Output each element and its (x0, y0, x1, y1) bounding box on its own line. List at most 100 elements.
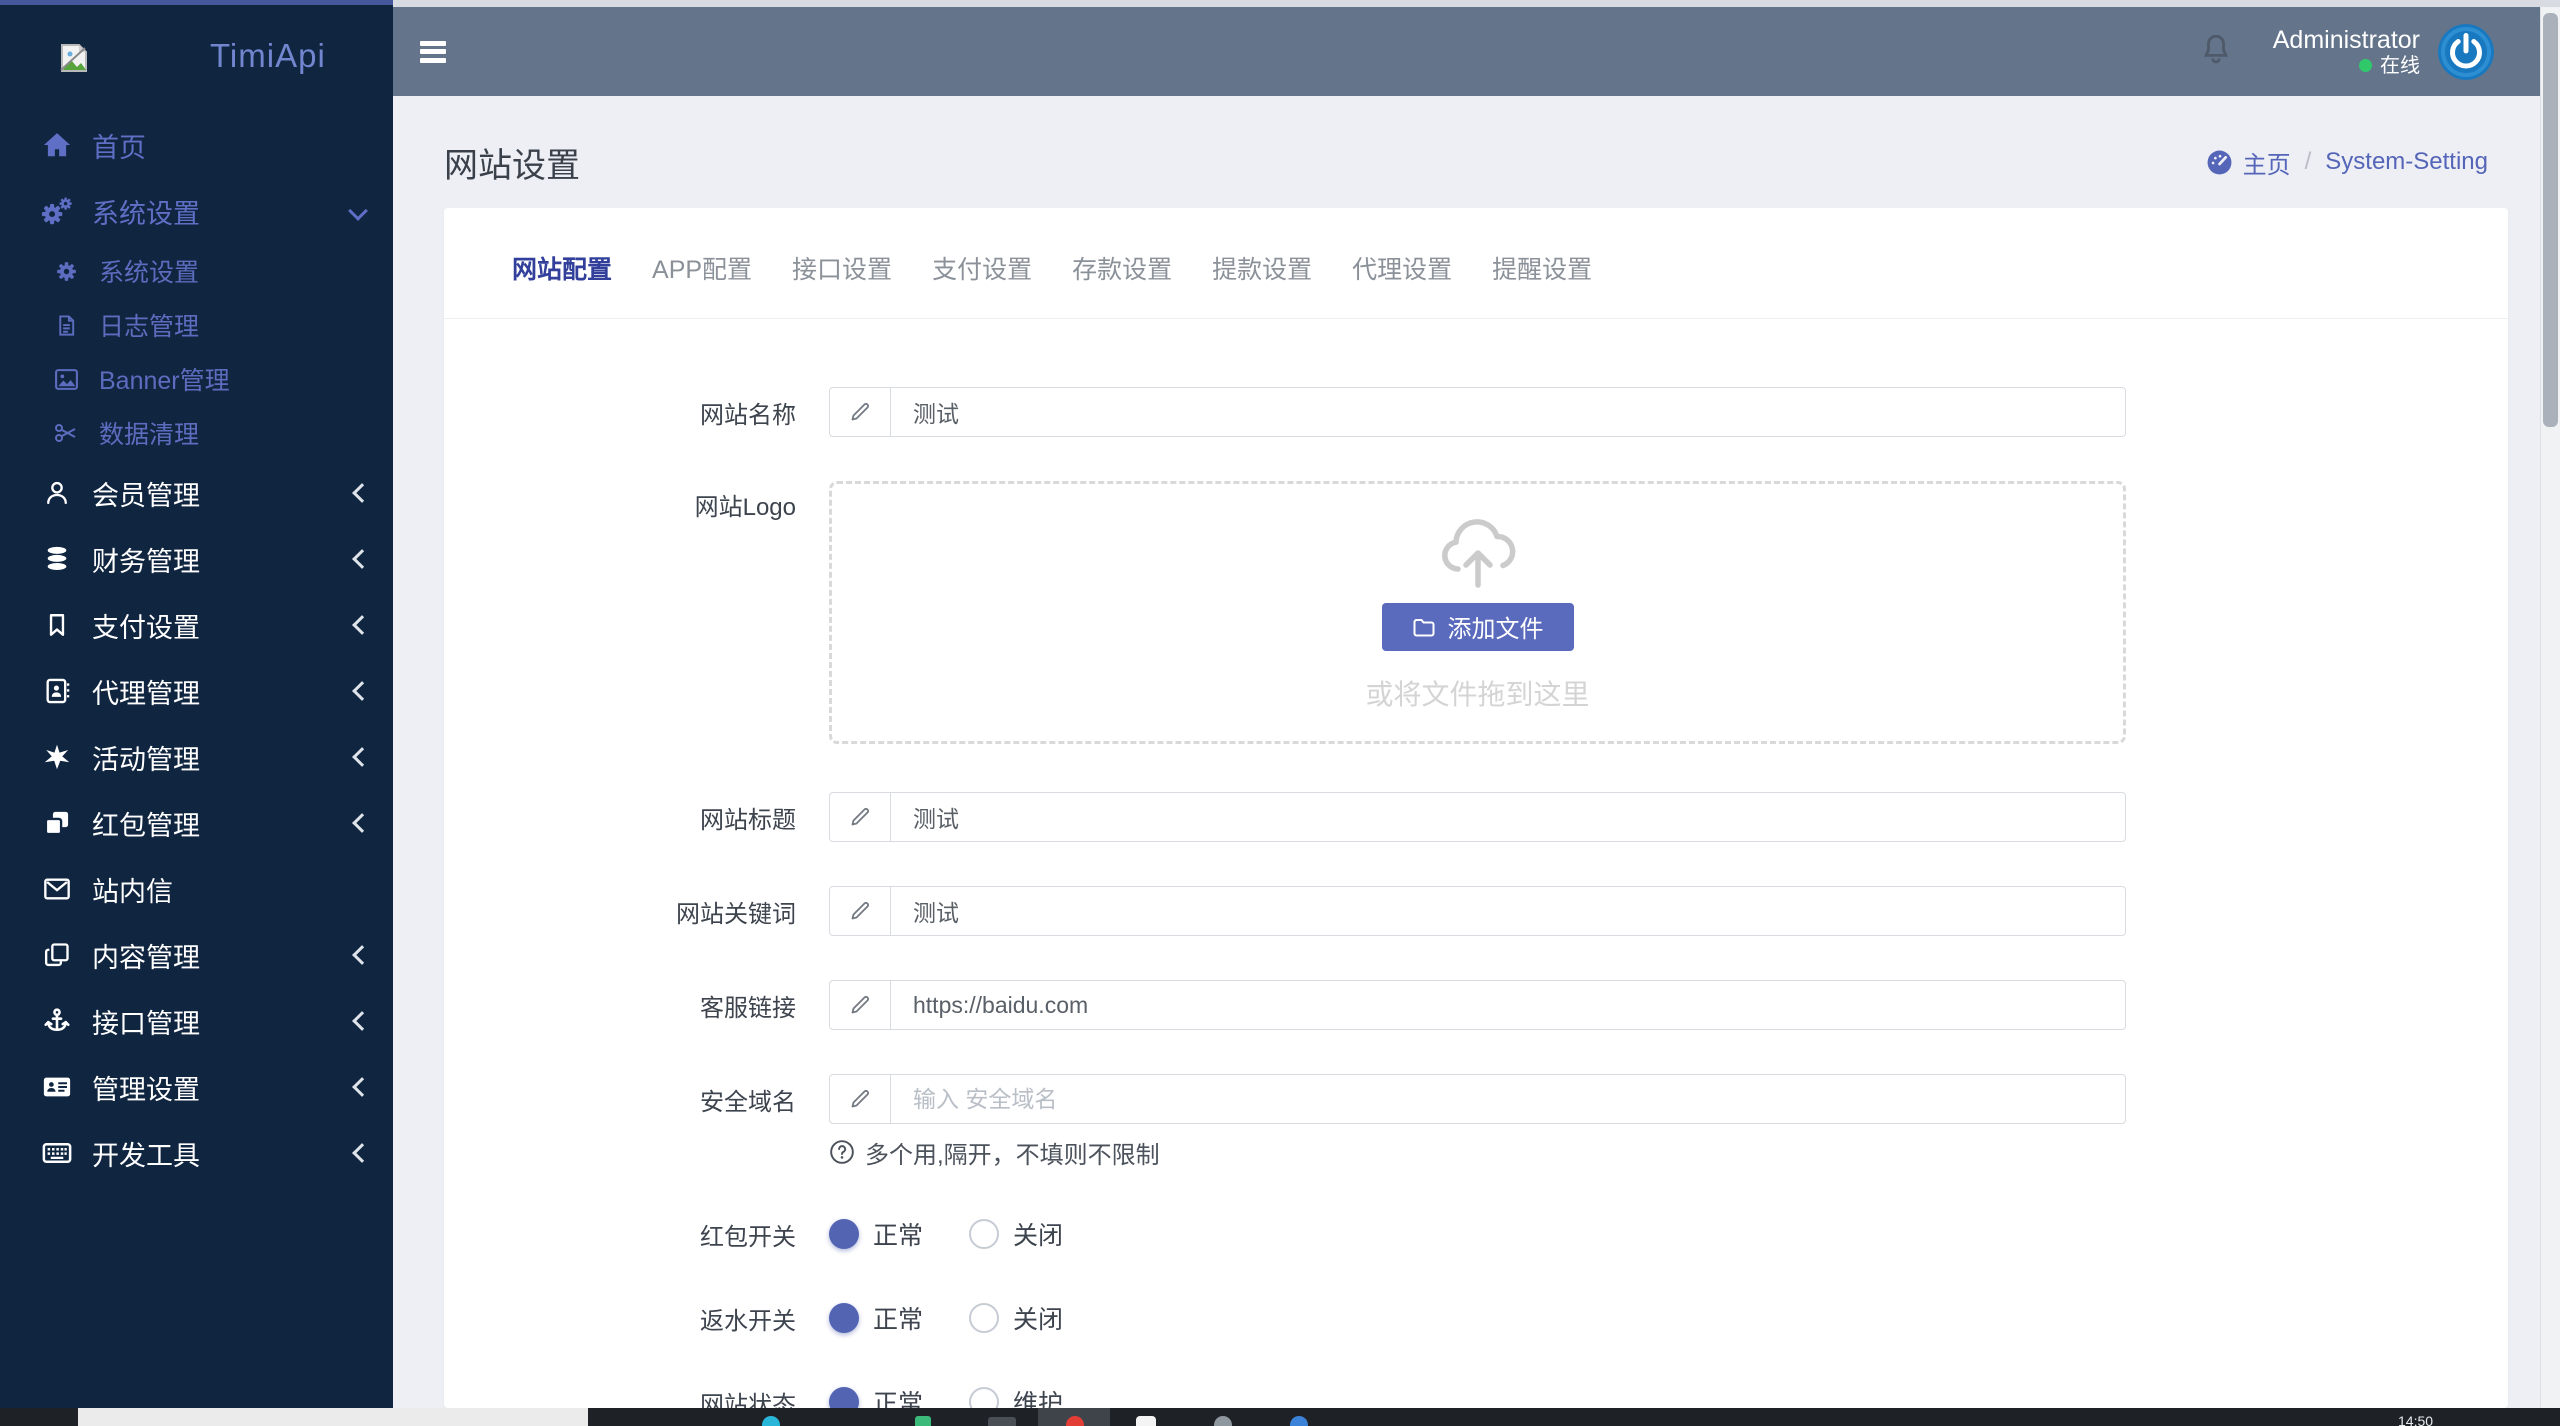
copy-icon (40, 940, 74, 970)
breadcrumb: 主页 / System-Setting (2206, 145, 2488, 180)
settings-tabs: 网站配置 APP配置 接口设置 支付设置 存款设置 提款设置 代理设置 提醒设置 (444, 208, 2508, 319)
tab-agent-settings[interactable]: 代理设置 (1332, 250, 1472, 286)
sidebar-item-red-packet-management[interactable]: 红包管理 (0, 790, 393, 856)
menu-toggle-button[interactable] (420, 41, 446, 63)
clone-icon (40, 808, 74, 838)
radio-selected[interactable] (829, 1303, 859, 1333)
user-icon (40, 478, 74, 508)
service-link-input[interactable] (891, 981, 2125, 1029)
chevron-left-icon (352, 549, 372, 569)
chevron-left-icon (352, 681, 372, 701)
tab-reminder-settings[interactable]: 提醒设置 (1472, 250, 1612, 286)
rebate-switch-label: 返水开关 (444, 1301, 796, 1336)
sidebar-item-home[interactable]: 首页 (0, 112, 393, 178)
address-book-icon (40, 676, 74, 706)
sidebar-item-member-management[interactable]: 会员管理 (0, 460, 393, 526)
sidebar-item-data-cleanup[interactable]: 数据清理 (0, 406, 393, 460)
radio-option-label[interactable]: 维护 (1013, 1384, 1063, 1408)
taskbar-window-preview[interactable] (78, 1408, 588, 1426)
taskbar-app-icon[interactable] (1136, 1416, 1156, 1426)
brand-header[interactable]: TimiApi (0, 5, 393, 105)
sidebar-item-log-management[interactable]: 日志管理 (0, 298, 393, 352)
user-menu[interactable]: Administrator 在线 (2273, 26, 2420, 78)
taskbar-app-icon[interactable] (915, 1416, 931, 1426)
site-title-input-group (829, 792, 2126, 842)
radio-selected[interactable] (829, 1219, 859, 1249)
tab-withdrawal-settings[interactable]: 提款设置 (1192, 250, 1332, 286)
bookmark-icon (40, 610, 74, 640)
tab-deposit-settings[interactable]: 存款设置 (1052, 250, 1192, 286)
taskbar-clock[interactable]: 14:50 (2398, 1413, 2433, 1426)
sidebar-item-label: 财务管理 (92, 540, 200, 579)
chevron-left-icon (352, 1011, 372, 1031)
sidebar-item-label: 数据清理 (99, 415, 199, 451)
radio-option-label[interactable]: 正常 (873, 1300, 923, 1336)
sidebar-item-label: Banner管理 (99, 361, 230, 397)
radio-option-label[interactable]: 正常 (873, 1384, 923, 1408)
scrollbar-thumb[interactable] (2543, 13, 2558, 427)
radio-unselected[interactable] (969, 1387, 999, 1408)
site-keywords-input-group (829, 886, 2126, 936)
sidebar-submenu-system: 系统设置 日志管理 (0, 244, 393, 460)
taskbar-app-icon[interactable] (988, 1417, 1016, 1426)
chevron-left-icon (352, 1143, 372, 1163)
sidebar-item-content-management[interactable]: 内容管理 (0, 922, 393, 988)
add-file-button[interactable]: 添加文件 (1382, 603, 1574, 651)
site-name-input[interactable] (891, 388, 2125, 436)
sidebar-item-site-mail[interactable]: 站内信 (0, 856, 393, 922)
service-link-label: 客服链接 (444, 988, 796, 1023)
file-icon (53, 313, 79, 338)
taskbar-app-icon[interactable] (1290, 1416, 1308, 1426)
sidebar-item-label: 支付设置 (92, 606, 200, 645)
cloud-upload-icon (1432, 513, 1524, 589)
site-logo-label: 网站Logo (444, 487, 796, 522)
sidebar-item-label: 管理设置 (92, 1068, 200, 1107)
sidebar-item-api-management[interactable]: 接口管理 (0, 988, 393, 1054)
sidebar-item-system-settings-sub[interactable]: 系统设置 (0, 244, 393, 298)
chevron-down-icon (348, 201, 368, 221)
broken-image-icon (58, 43, 90, 73)
radio-option-label[interactable]: 正常 (873, 1216, 923, 1252)
breadcrumb-home-link[interactable]: 主页 (2243, 145, 2291, 180)
notifications-bell-icon[interactable] (2199, 31, 2233, 72)
taskbar-app-icon[interactable] (1214, 1416, 1232, 1426)
radio-option-label[interactable]: 关闭 (1013, 1300, 1063, 1336)
site-title-label: 网站标题 (444, 800, 796, 835)
keyboard-icon (40, 1139, 74, 1167)
radio-selected[interactable] (829, 1387, 859, 1408)
sidebar-item-label: 系统设置 (99, 253, 199, 289)
site-title-input[interactable] (891, 793, 2125, 841)
tab-site-config[interactable]: 网站配置 (492, 250, 632, 286)
sidebar-item-payment-settings[interactable]: 支付设置 (0, 592, 393, 658)
secure-domain-input[interactable] (891, 1075, 2125, 1123)
sidebar-item-finance-management[interactable]: 财务管理 (0, 526, 393, 592)
radio-option-label[interactable]: 关闭 (1013, 1216, 1063, 1252)
envelope-icon (40, 876, 74, 902)
logo-upload-dropzone[interactable]: 添加文件 或将文件拖到这里 (829, 481, 2126, 744)
online-status-dot (2359, 59, 2372, 72)
tab-payment-settings[interactable]: 支付设置 (912, 250, 1052, 286)
service-link-input-group (829, 980, 2126, 1030)
drag-hint-text: 或将文件拖到这里 (1365, 673, 1589, 713)
vertical-scrollbar[interactable] (2540, 7, 2560, 1408)
sidebar-item-agent-management[interactable]: 代理管理 (0, 658, 393, 724)
avatar[interactable] (2438, 24, 2494, 80)
secure-domain-label: 安全域名 (444, 1082, 796, 1117)
sidebar-item-banner-management[interactable]: Banner管理 (0, 352, 393, 406)
site-keywords-input[interactable] (891, 887, 2125, 935)
tab-app-config[interactable]: APP配置 (632, 250, 772, 286)
sidebar-item-system-settings[interactable]: 系统设置 (0, 178, 393, 244)
red-packet-switch-row: 红包开关 正常 关闭 (444, 1218, 2508, 1250)
database-icon (40, 544, 74, 574)
sidebar-item-label: 首页 (92, 126, 146, 165)
radio-unselected[interactable] (969, 1303, 999, 1333)
gears-icon (40, 196, 74, 226)
radio-unselected[interactable] (969, 1219, 999, 1249)
window-top-strip (393, 0, 2560, 7)
taskbar-app-icon[interactable] (762, 1416, 780, 1426)
sidebar-item-admin-settings[interactable]: 管理设置 (0, 1054, 393, 1120)
sidebar-item-activity-management[interactable]: 活动管理 (0, 724, 393, 790)
tab-api-settings[interactable]: 接口设置 (772, 250, 912, 286)
sidebar-item-dev-tools[interactable]: 开发工具 (0, 1120, 393, 1186)
sidebar-item-label: 接口管理 (92, 1002, 200, 1041)
